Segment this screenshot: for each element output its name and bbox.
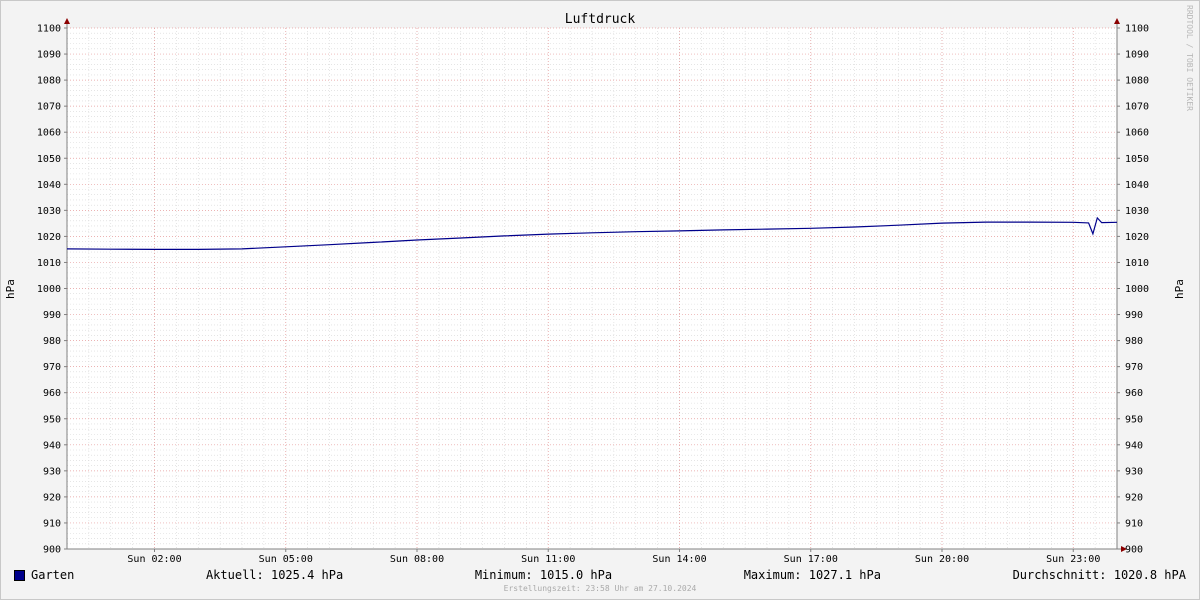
x-tick-label: Sun 08:00 bbox=[390, 554, 444, 565]
y-tick-label-left: 1010 bbox=[37, 258, 61, 269]
x-tick-label: Sun 20:00 bbox=[915, 554, 969, 565]
y-tick-label-right: 930 bbox=[1125, 466, 1143, 477]
y-tick-label-left: 910 bbox=[43, 518, 61, 529]
y-axis-label-left: hPa bbox=[4, 279, 17, 299]
y-tick-label-right: 990 bbox=[1125, 310, 1143, 321]
y-tick-label-right: 940 bbox=[1125, 440, 1143, 451]
legend-entry-garten: Garten bbox=[14, 568, 74, 582]
y-tick-label-right: 1100 bbox=[1125, 24, 1149, 35]
y-tick-label-right: 1060 bbox=[1125, 128, 1149, 139]
y-tick-label-right: 960 bbox=[1125, 388, 1143, 399]
legend-series-name: Garten bbox=[31, 568, 75, 582]
rrdtool-watermark: RRDTOOL / TOBI OETIKER bbox=[1185, 5, 1194, 111]
stat-current: Aktuell: 1025.4 hPa bbox=[205, 568, 344, 582]
y-tick-label-left: 1030 bbox=[37, 206, 61, 217]
y-tick-label-left: 1040 bbox=[37, 180, 61, 191]
y-tick-label-left: 980 bbox=[43, 336, 61, 347]
y-tick-label-right: 1000 bbox=[1125, 284, 1149, 295]
y-tick-label-left: 1100 bbox=[37, 24, 61, 35]
y-tick-label-right: 1020 bbox=[1125, 232, 1149, 243]
grid bbox=[67, 27, 1117, 550]
y-axis-arrow-right bbox=[1114, 18, 1120, 24]
stat-average: Durchschnitt: 1020.8 hPA bbox=[1012, 568, 1186, 582]
y-axis-label-right: hPa bbox=[1173, 279, 1186, 299]
creation-timestamp: Erstellungszeit: 23:58 Uhr am 27.10.2024 bbox=[503, 584, 697, 593]
x-tick-label: Sun 11:00 bbox=[521, 554, 575, 565]
y-tick-label-left: 1070 bbox=[37, 102, 61, 113]
stat-minimum: Minimum: 1015.0 hPa bbox=[474, 568, 613, 582]
y-tick-label-right: 950 bbox=[1125, 414, 1143, 425]
y-tick-label-left: 940 bbox=[43, 440, 61, 451]
y-tick-label-left: 990 bbox=[43, 310, 61, 321]
y-tick-label-right: 1040 bbox=[1125, 180, 1149, 191]
y-axis-arrow-left bbox=[64, 18, 70, 24]
x-tick-label: Sun 05:00 bbox=[259, 554, 313, 565]
chart-title: Luftdruck bbox=[565, 12, 636, 27]
y-tick-label-right: 970 bbox=[1125, 362, 1143, 373]
legend-swatch bbox=[14, 569, 25, 581]
y-tick-label-right: 1030 bbox=[1125, 206, 1149, 217]
x-tick-label: Sun 14:00 bbox=[652, 554, 706, 565]
y-tick-label-right: 1050 bbox=[1125, 154, 1149, 165]
pressure-chart: Luftdruck 900 900 910 910 920 920 930 930 940 940… bbox=[4, 5, 1194, 565]
legend: Garten Aktuell: 1025.4 hPa Minimum: 1015… bbox=[14, 566, 1186, 584]
y-tick-label-left: 1020 bbox=[37, 232, 61, 243]
y-tick-label-left: 1050 bbox=[37, 154, 61, 165]
y-tick-label-right: 1010 bbox=[1125, 258, 1149, 269]
y-tick-label-right: 920 bbox=[1125, 492, 1143, 503]
x-tick-label: Sun 17:00 bbox=[784, 554, 838, 565]
y-tick-label-right: 910 bbox=[1125, 518, 1143, 529]
stat-maximum: Maximum: 1027.1 hPa bbox=[743, 568, 881, 582]
y-tick-label-left: 960 bbox=[43, 388, 61, 399]
y-tick-label-left: 1060 bbox=[37, 128, 61, 139]
y-tick-label-left: 920 bbox=[43, 492, 61, 503]
x-tick-label: Sun 02:00 bbox=[127, 554, 181, 565]
y-tick-label-left: 1000 bbox=[37, 284, 61, 295]
x-tick-label: Sun 23:00 bbox=[1046, 554, 1100, 565]
y-tick-label-left: 970 bbox=[43, 362, 61, 373]
y-tick-label-left: 1090 bbox=[37, 50, 61, 61]
y-tick-label-left: 950 bbox=[43, 414, 61, 425]
y-tick-label-right: 1070 bbox=[1125, 102, 1149, 113]
y-tick-label-right: 900 bbox=[1125, 545, 1143, 556]
y-tick-label-left: 930 bbox=[43, 466, 61, 477]
y-tick-label-right: 980 bbox=[1125, 336, 1143, 347]
y-tick-label-left: 900 bbox=[43, 545, 61, 556]
y-tick-label-right: 1090 bbox=[1125, 50, 1149, 61]
y-tick-label-left: 1080 bbox=[37, 76, 61, 87]
y-tick-label-right: 1080 bbox=[1125, 76, 1149, 87]
